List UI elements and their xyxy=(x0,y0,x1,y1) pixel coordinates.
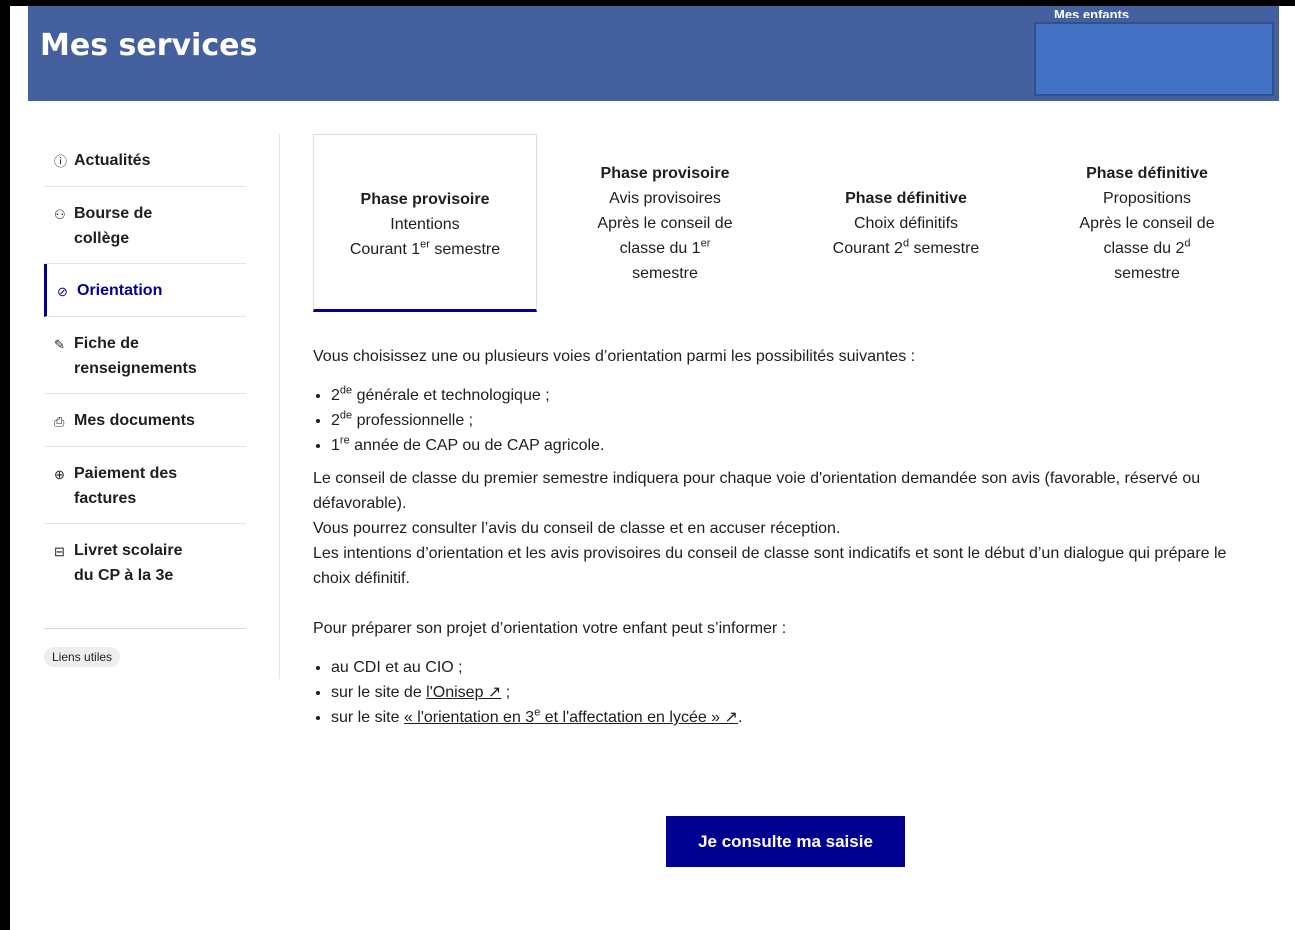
compass-icon: ⊘ xyxy=(57,284,68,299)
sidebar-item-label: Orientation xyxy=(77,282,163,299)
info-list: au CDI et au CIO ; sur le site de l'Onis… xyxy=(313,655,1258,730)
documents-icon: ⎙ xyxy=(54,414,65,429)
voie-text: 2 xyxy=(331,387,340,404)
tab-panel-content: Vous choisissez une ou plusieurs voies d… xyxy=(313,344,1258,738)
voie-sup: de xyxy=(339,409,353,422)
external-link-icon: ↗ xyxy=(724,709,738,726)
header-nav-cutoff[interactable]: Mes enfants xyxy=(1054,10,1129,18)
sidebar-item-label: Paiement des factures xyxy=(74,465,178,507)
info-text: sur le site xyxy=(331,709,404,726)
intro-text: Vous choisissez une ou plusieurs voies d… xyxy=(313,348,916,365)
voie-text: 2 xyxy=(331,412,340,429)
tab-sup: d xyxy=(1184,237,1191,250)
header-banner: Mes enfants Mes services xyxy=(28,6,1279,101)
orientation-affectation-link[interactable]: « l'orientation en 3e et l'affectation e… xyxy=(403,707,738,726)
tab-line: semestre xyxy=(909,240,980,257)
voie-text: professionnelle ; xyxy=(352,412,474,429)
sidebar-item-fiche[interactable]: ✎ Fiche de renseignements xyxy=(44,317,246,394)
sidebar-separator xyxy=(279,134,280,679)
phase-tabs: Phase provisoire Intentions Courant 1er … xyxy=(313,134,1241,312)
sidebar-item-documents[interactable]: ⎙ Mes documents xyxy=(44,394,246,447)
list-item: au CDI et au CIO ; xyxy=(331,655,1258,680)
voie-sup: de xyxy=(339,384,353,397)
info-icon: ⓘ xyxy=(54,154,68,169)
voie-text: année de CAP ou de CAP agricole. xyxy=(349,437,605,454)
sidebar-item-orientation[interactable]: ⊘ Orientation xyxy=(44,264,246,317)
voie-text: générale et technologique ; xyxy=(352,387,550,404)
link-label: l'Onisep xyxy=(426,684,484,701)
consulter-saisie-button[interactable]: Je consulte ma saisie xyxy=(666,816,905,867)
voies-list: 2de générale et technologique ; 2de prof… xyxy=(313,383,1258,458)
onisep-link[interactable]: l'Onisep ↗ xyxy=(426,684,501,701)
voie-text: 1 xyxy=(331,437,340,454)
tab-line: Propositions xyxy=(1102,190,1192,207)
money-icon: ⊕ xyxy=(54,467,65,482)
tab-title: Phase définitive xyxy=(845,190,967,207)
tab-line: semestre xyxy=(1114,265,1180,282)
tab-sup: er xyxy=(420,238,430,251)
tab-title: Phase provisoire xyxy=(600,165,730,182)
tab-phase-definitive-choix[interactable]: Phase définitive Choix définitifs Couran… xyxy=(795,134,1017,308)
tab-line: classe du 1 xyxy=(619,240,701,257)
list-item: sur le site de l'Onisep ↗ ; xyxy=(331,680,1258,705)
info-text: ; xyxy=(501,684,511,701)
sidebar-item-label: Fiche de renseignements xyxy=(74,335,197,377)
coins-icon: ⚇ xyxy=(54,207,66,222)
edit-icon: ✎ xyxy=(54,337,65,352)
window-left-border xyxy=(0,0,10,930)
tab-phase-provisoire-intentions[interactable]: Phase provisoire Intentions Courant 1er … xyxy=(313,134,537,312)
consulter-paragraph: Vous pourrez consulter l’avis du conseil… xyxy=(313,520,841,537)
tab-line: semestre xyxy=(429,241,501,258)
sidebar-item-label: Livret scolaire du CP à la 3e xyxy=(74,542,183,584)
list-item: sur le site « l'orientation en 3e et l'a… xyxy=(331,705,1258,730)
conseil-paragraph: Le conseil de classe du premier semestre… xyxy=(313,470,1201,512)
list-item: 1re année de CAP ou de CAP agricole. xyxy=(331,433,1258,458)
tab-line: Courant 2 xyxy=(832,240,903,257)
sidebar-item-label: Actualités xyxy=(74,152,151,169)
sidebar-item-label: Mes documents xyxy=(74,412,195,429)
sidebar-item-paiement[interactable]: ⊕ Paiement des factures xyxy=(44,447,246,524)
tab-title: Phase provisoire xyxy=(360,191,490,208)
book-icon: ⊟ xyxy=(54,544,65,559)
inform-text: Pour préparer son projet d’orientation v… xyxy=(313,620,787,637)
tab-line: classe du 2 xyxy=(1103,240,1185,257)
tab-line: Après le conseil de xyxy=(1079,215,1215,232)
sidebar-item-label: Bourse de collège xyxy=(74,205,153,247)
info-text: sur le site de xyxy=(331,684,427,701)
sidebar: ⓘ Actualités ⚇ Bourse de collège ⊘ Orien… xyxy=(44,134,246,667)
sidebar-divider xyxy=(44,628,246,629)
tab-sup: er xyxy=(700,237,711,250)
page-title: Mes services xyxy=(40,28,258,63)
external-link-icon: ↗ xyxy=(487,684,502,701)
tab-line: Intentions xyxy=(390,216,460,233)
tab-line: Choix définitifs xyxy=(853,215,959,232)
tab-title: Phase définitive xyxy=(1086,165,1208,182)
tab-line: Après le conseil de xyxy=(597,215,733,232)
intentions-paragraph: Les intentions d’orientation et les avis… xyxy=(313,545,1227,587)
redacted-box xyxy=(1034,22,1274,96)
voie-sup: re xyxy=(339,434,350,447)
link-label: « l'orientation en 3 xyxy=(403,709,535,726)
tab-phase-provisoire-avis[interactable]: Phase provisoire Avis provisoires Après … xyxy=(554,134,776,308)
sidebar-item-livret[interactable]: ⊟ Livret scolaire du CP à la 3e xyxy=(44,524,246,600)
sidebar-item-actualites[interactable]: ⓘ Actualités xyxy=(44,134,246,187)
link-label: et l'affectation en lycée » xyxy=(540,709,721,726)
tab-phase-definitive-propositions[interactable]: Phase définitive Propositions Après le c… xyxy=(1036,134,1258,308)
list-item: 2de professionnelle ; xyxy=(331,408,1258,433)
tab-line: Avis provisoires xyxy=(609,190,721,207)
liens-utiles-tag[interactable]: Liens utiles xyxy=(44,647,121,667)
sidebar-item-bourse[interactable]: ⚇ Bourse de collège xyxy=(44,187,246,264)
tab-line: semestre xyxy=(632,265,698,282)
list-item: 2de générale et technologique ; xyxy=(331,383,1258,408)
info-text: . xyxy=(737,709,743,726)
tab-line: Courant 1 xyxy=(349,241,421,258)
